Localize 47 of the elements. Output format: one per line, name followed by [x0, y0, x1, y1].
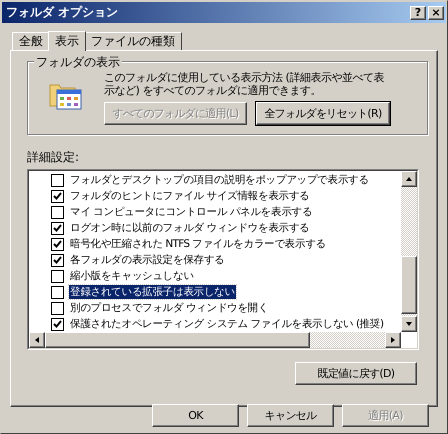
checkbox[interactable]: [51, 302, 64, 314]
restore-defaults-button[interactable]: 既定値に戻す(D): [295, 362, 417, 385]
right-arrow-icon: [390, 336, 396, 344]
scroll-down-button[interactable]: [401, 316, 417, 332]
setting-label[interactable]: フォルダとデスクトップの項目の説明をポップアップで表示する: [69, 173, 370, 187]
check-icon: [53, 320, 62, 328]
folder-button[interactable]: 全フォルダをリセット(R): [256, 102, 390, 125]
setting-label[interactable]: マイ コンピュータにコントロール パネルを表示する: [69, 205, 314, 219]
tab[interactable]: 表示: [48, 31, 86, 51]
setting-label[interactable]: 保護されたオペレーティング システム ファイルを表示しない (推奨): [69, 317, 384, 331]
checkbox[interactable]: [51, 254, 64, 266]
checkbox[interactable]: [51, 174, 64, 186]
setting-label[interactable]: 縮小版をキャッシュしない: [69, 269, 195, 283]
description-text: このフォルダに使用している表示方法 (詳細表示や並べて表示など) をすべてのフォルダに適用できます。: [104, 71, 385, 97]
scroll-thumb[interactable]: [401, 256, 417, 314]
scroll-thumb[interactable]: [45, 332, 310, 348]
checkbox[interactable]: [51, 190, 64, 202]
horizontal-scrollbar[interactable]: [29, 332, 401, 348]
scroll-left-button[interactable]: [29, 332, 45, 348]
dialog-button[interactable]: OK: [152, 404, 239, 427]
left-arrow-icon: [34, 336, 40, 344]
setting-label[interactable]: フォルダのヒントにファイル サイズ情報を表示する: [69, 189, 311, 203]
checkbox[interactable]: [51, 286, 64, 298]
checkbox[interactable]: [51, 318, 64, 330]
down-arrow-icon: [405, 321, 413, 327]
vertical-scrollbar[interactable]: [401, 171, 417, 332]
close-button[interactable]: ×: [428, 6, 444, 20]
tab[interactable]: ファイルの種類: [84, 32, 182, 50]
setting-label[interactable]: 各フォルダの表示設定を保存する: [69, 253, 226, 267]
up-arrow-icon: [405, 176, 413, 182]
checkbox[interactable]: [51, 222, 64, 234]
dialog-button[interactable]: キャンセル: [247, 404, 334, 427]
checkbox[interactable]: [51, 270, 64, 282]
group-title: フォルダの表示: [34, 54, 122, 71]
setting-label[interactable]: ログオン時に以前のフォルダ ウィンドウを表示する: [69, 221, 311, 235]
section-label: 詳細設定:: [27, 149, 80, 166]
setting-label[interactable]: 暗号化や圧縮された NTFS ファイルをカラーで表示する: [69, 237, 327, 251]
tab[interactable]: 全般: [12, 32, 50, 50]
scroll-right-button[interactable]: [385, 332, 401, 348]
setting-label[interactable]: 別のプロセスでフォルダ ウィンドウを開く: [69, 301, 270, 315]
setting-label[interactable]: 登録されている拡張子は表示しない: [69, 285, 236, 299]
checkbox[interactable]: [51, 238, 64, 250]
window-title: フォルダ オプション: [6, 4, 120, 21]
scroll-up-button[interactable]: [401, 171, 417, 187]
check-icon: [53, 192, 62, 200]
help-button[interactable]: ?: [410, 6, 426, 20]
checkbox[interactable]: [51, 206, 64, 218]
